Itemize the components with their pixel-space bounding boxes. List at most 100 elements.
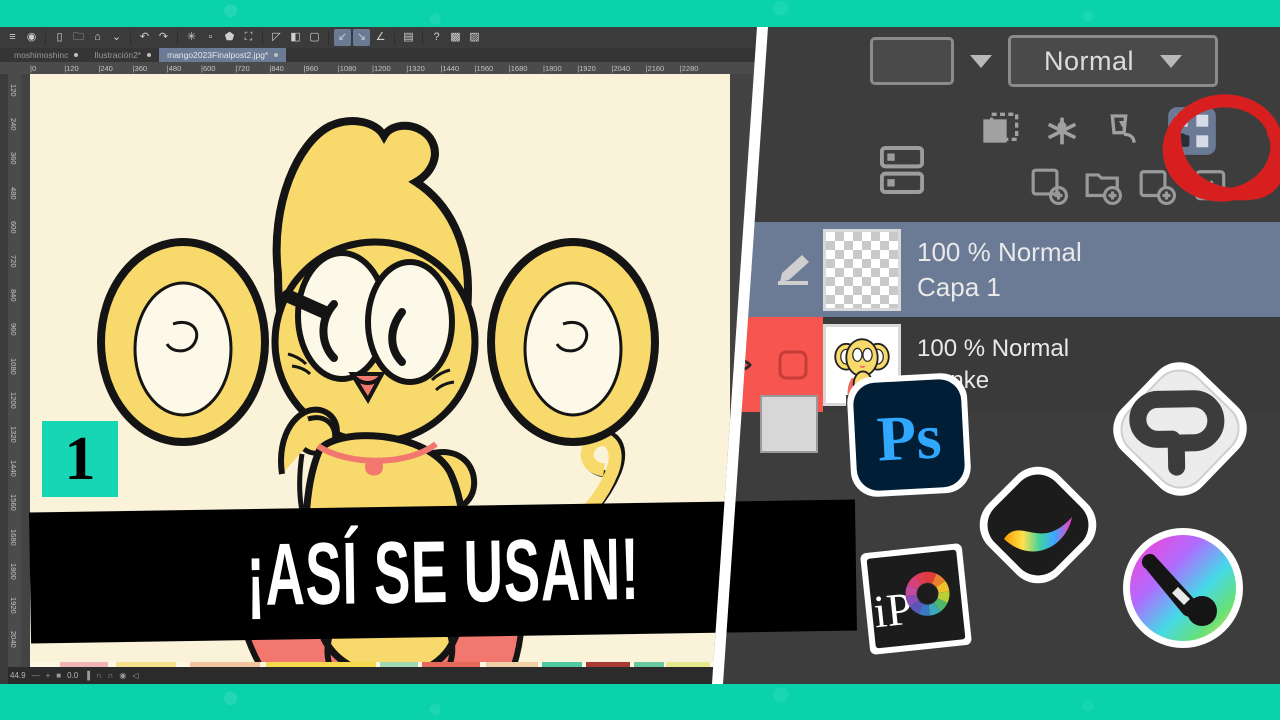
palette-button[interactable] xyxy=(760,395,818,453)
tab-label: mango2023Finalpost2.jpg* xyxy=(167,50,269,60)
redo-icon[interactable]: ↷ xyxy=(155,29,172,46)
ruler-tick: 1440 xyxy=(440,64,459,73)
undo-icon[interactable]: ↶ xyxy=(136,29,153,46)
bottom-accent-bar xyxy=(0,684,1280,720)
lock-transparent-pixels-icon[interactable] xyxy=(980,111,1020,151)
loop-icon[interactable]: ◉ xyxy=(119,671,126,680)
toolbar-divider xyxy=(45,30,46,45)
ruler-tick: 2160 xyxy=(646,64,665,73)
save-icon[interactable]: ⌂ xyxy=(89,29,106,46)
table-row[interactable]: 100 % Normal Capa 1 xyxy=(700,222,1280,317)
ruler-tick: 240 xyxy=(98,64,113,73)
ruler-tick: 1920 xyxy=(577,64,596,73)
layer-name: Capa 1 xyxy=(917,271,1001,302)
ruler-tick: 120 xyxy=(64,64,79,73)
toolbar-divider xyxy=(130,30,131,45)
status-badge: 1 xyxy=(42,421,118,497)
clipping-icon[interactable] xyxy=(1104,111,1144,151)
line-tool-icon[interactable]: ◸ xyxy=(268,29,285,46)
layer-info: 100 % Normal Capa 1 xyxy=(901,222,1280,317)
hide-selection-icon[interactable]: ▨ xyxy=(466,29,483,46)
photoshop-icon: Ps xyxy=(847,373,971,497)
layer-property-icon[interactable] xyxy=(880,145,924,195)
ruler-tick: 120 xyxy=(9,84,18,97)
rounded-square-icon xyxy=(778,350,808,379)
ruler-tick: 720 xyxy=(9,255,18,268)
snap-parallel-icon[interactable]: ↙ xyxy=(334,29,351,46)
ruler-tick: 840 xyxy=(9,289,18,302)
new-raster-layer-icon[interactable] xyxy=(1030,167,1068,205)
procreate-icon xyxy=(979,466,1097,584)
zoom-out-icon[interactable]: — xyxy=(32,671,40,680)
help-icon[interactable]: ? xyxy=(428,29,445,46)
top-accent-bar xyxy=(0,0,1280,27)
quick-access-icon[interactable]: ◉ xyxy=(23,29,40,46)
toolbar-dropdown-caret[interactable]: ⌄ xyxy=(108,29,125,46)
ruler-tick: 480 xyxy=(9,186,18,200)
page-title: ¡ASÍ SE USAN! xyxy=(29,514,857,629)
tab-mango2023finalpost2[interactable]: mango2023Finalpost2.jpg* xyxy=(159,48,287,62)
ruler-tick: 2040 xyxy=(611,64,630,73)
fill-rect-icon[interactable]: ▢ xyxy=(306,29,323,46)
thumbnail-canvas: Normal 100 % Normal Capa 1 100 % Normal … xyxy=(0,0,1280,720)
layer-draw-toggle[interactable] xyxy=(763,222,823,317)
ruler-tick: 1560 xyxy=(9,494,18,512)
grid-icon[interactable]: ▤ xyxy=(400,29,417,46)
frame-value: 0.0 xyxy=(67,671,79,680)
deselect-icon[interactable]: ▫ xyxy=(202,29,219,46)
layer-color-swatch[interactable] xyxy=(870,37,954,85)
krita-icon xyxy=(1123,528,1243,648)
zoom-in-icon[interactable]: + xyxy=(46,671,51,680)
onion-skin-next-icon[interactable]: ∩ xyxy=(108,671,114,680)
ruler-tick: 1680 xyxy=(509,64,528,73)
onion-skin-prev-icon[interactable]: ∩ xyxy=(96,671,102,680)
new-folder-icon[interactable] xyxy=(1084,167,1122,205)
document-tabs: moshimoshinc Ilustración2* mango2023Fina… xyxy=(0,48,757,62)
tab-close-icon[interactable] xyxy=(147,53,152,57)
timeline-handle[interactable]: ▐ xyxy=(84,671,90,680)
toolbar-divider xyxy=(422,30,423,45)
crop-icon[interactable]: ⛶ xyxy=(240,29,257,46)
new-document-icon[interactable]: ▯ xyxy=(51,29,68,46)
tab-moshimoshinc[interactable]: moshimoshinc xyxy=(6,48,86,62)
blend-mode-select[interactable]: Normal xyxy=(1008,35,1218,87)
swatch-chevron-down-icon[interactable] xyxy=(970,54,992,68)
snap-curve-icon[interactable]: ↘ xyxy=(353,29,370,46)
stop-icon[interactable]: ■ xyxy=(56,671,61,680)
snap-perspective-icon[interactable]: ∠ xyxy=(372,29,389,46)
fill-icon[interactable]: ⬟ xyxy=(221,29,238,46)
status-bar: 44.9 — + ■ 0.0 ▐ ∩ ∩ ◉ ◁ xyxy=(8,667,757,684)
menu-icon[interactable]: ≡ xyxy=(4,29,21,46)
blend-mode-label: Normal xyxy=(1043,45,1134,76)
prev-frame-icon[interactable]: ◁ xyxy=(132,671,138,680)
ruler-tick: 360 xyxy=(9,152,18,165)
toolbar-divider xyxy=(177,30,178,45)
clear-selection-icon[interactable]: ✳ xyxy=(183,29,200,46)
blend-chevron-down-icon[interactable] xyxy=(1160,54,1182,68)
ruler-tick: 1800 xyxy=(543,64,562,73)
layer-thumbnail[interactable] xyxy=(823,228,901,311)
toolbar-divider xyxy=(328,30,329,45)
open-folder-icon[interactable]: 🗀 xyxy=(70,29,87,46)
ruler-tick: 840 xyxy=(269,64,284,73)
left-gutter xyxy=(0,74,8,684)
tab-close-icon[interactable] xyxy=(74,53,79,57)
animation-timeline[interactable] xyxy=(30,658,730,671)
horizontal-ruler[interactable]: 0 120 240 360 480 600 720 840 960 1080 1200 1320 144… xyxy=(0,62,757,74)
ruler-snap-icon[interactable] xyxy=(1042,111,1082,151)
vertical-ruler[interactable]: 120 240 360 480 600 720 840 960 1080 1200 1320 1440… xyxy=(8,74,21,684)
ruler-tick: 240 xyxy=(9,118,18,131)
gradient-icon[interactable]: ◧ xyxy=(287,29,304,46)
page-title-text: ¡ASÍ SE USAN! xyxy=(245,518,641,624)
tab-ilustracion2[interactable]: Ilustración2* xyxy=(86,48,159,62)
step-number: 1 xyxy=(64,425,96,493)
ruler-tick: 600 xyxy=(9,220,18,234)
toolbar-divider xyxy=(394,30,395,45)
ruler-tick: 1320 xyxy=(406,64,425,73)
ruler-tick: 1080 xyxy=(9,357,18,375)
title-banner: ¡ASÍ SE USAN! xyxy=(29,499,857,644)
pen-icon xyxy=(778,254,809,285)
tab-close-icon[interactable] xyxy=(274,53,279,57)
show-selection-icon[interactable]: ▩ xyxy=(447,29,464,46)
ruler-tick: 960 xyxy=(9,323,18,336)
